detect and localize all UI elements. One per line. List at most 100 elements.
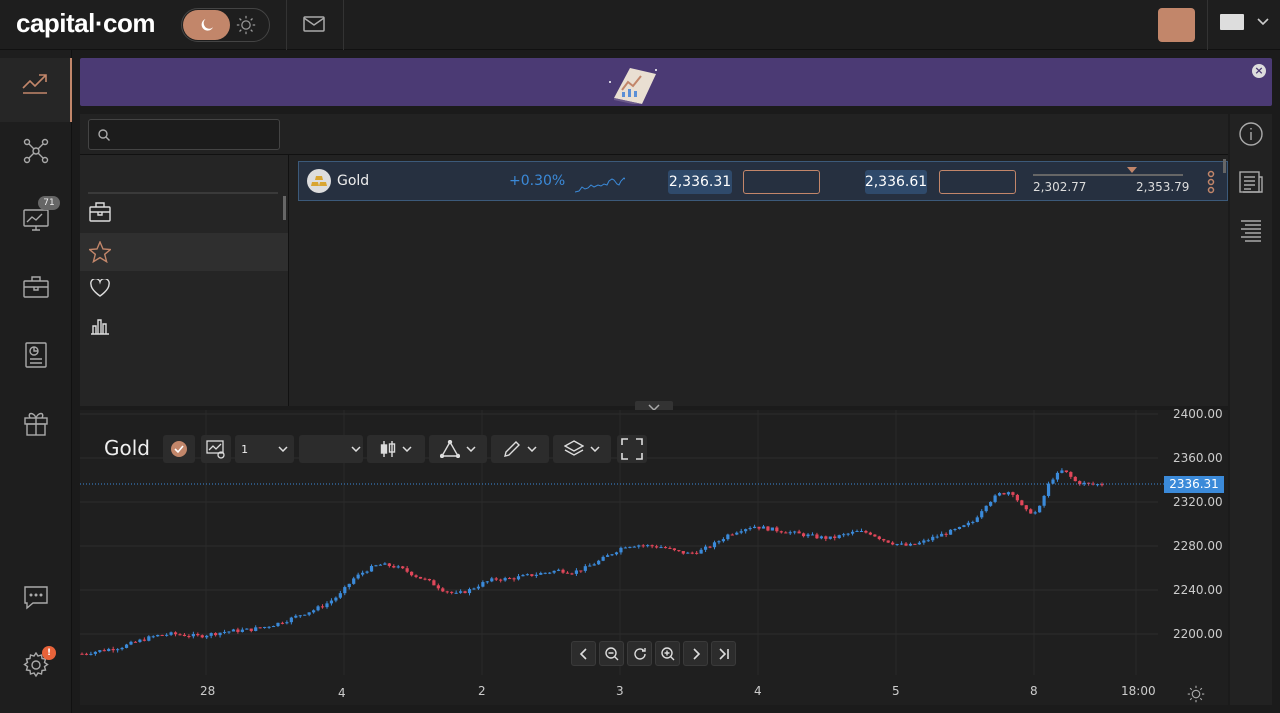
order-book-icon[interactable]: [1239, 218, 1263, 242]
nav-item-network[interactable]: ᅟᅟ: [0, 126, 72, 190]
candle-body: [369, 565, 374, 572]
candle-body: [779, 531, 783, 533]
nav-item-rewards[interactable]: ᅟᅟᅟ: [0, 398, 72, 462]
candle-body: [980, 511, 984, 518]
candle-body: [405, 568, 409, 572]
candle-body: [525, 574, 530, 576]
candle-body: [102, 650, 106, 652]
candle-body: [227, 631, 231, 633]
scroll-to-latest-icon[interactable]: [711, 641, 736, 666]
candle-body: [1029, 509, 1033, 514]
category-item[interactable]: ᅟᅟᅟᅟ: [90, 386, 123, 399]
candle-body: [494, 578, 498, 580]
y-axis-label: 2400.00: [1173, 407, 1223, 421]
candle-body: [993, 495, 997, 502]
sun-icon[interactable]: [236, 15, 256, 35]
timeframe-dropdown[interactable]: 1 ᅟᅟ: [235, 435, 294, 463]
candle-body: [1038, 505, 1042, 513]
candle-body: [254, 627, 258, 631]
column-header[interactable]: ᅟᅟ: [1158, 128, 1173, 139]
search-input[interactable]: ᅟᅟ: [88, 119, 280, 150]
candle-body: [913, 543, 917, 545]
candle-body: [485, 581, 489, 583]
candle-body: [182, 634, 187, 637]
candle-body: [592, 564, 596, 566]
edit-lists-link[interactable]: ᅟᅟ: [260, 167, 275, 178]
candle-body: [249, 628, 253, 631]
news-icon[interactable]: [1239, 170, 1263, 194]
chevron-right-icon[interactable]: [683, 641, 708, 666]
moon-icon[interactable]: [183, 10, 230, 40]
candle-body: [953, 528, 957, 530]
zoom-out-icon[interactable]: [599, 641, 624, 666]
zoom-in-icon[interactable]: [655, 641, 680, 666]
candle-body: [784, 532, 788, 534]
nav-item-settings[interactable]: ! ᅟᅟ: [0, 640, 72, 704]
range-marker: [1127, 167, 1137, 173]
candle-body: [236, 629, 240, 632]
mail-icon[interactable]: [303, 15, 325, 33]
nav-item-markets[interactable]: ᅟᅟ: [0, 58, 72, 122]
chart-type-dropdown[interactable]: [367, 435, 425, 463]
instrument-name: Gold: [337, 173, 370, 189]
y-axis-label: 2360.00: [1173, 451, 1223, 465]
candle-body: [810, 534, 815, 536]
column-header[interactable]: ᅟᅟ: [543, 128, 558, 139]
layers-dropdown[interactable]: [553, 435, 611, 463]
info-icon[interactable]: [1239, 122, 1263, 146]
chevron-left-icon[interactable]: [571, 641, 596, 666]
current-price-label: 2336.31: [1164, 476, 1224, 493]
promo-banner[interactable]: ᅟᅟᅟᅟ ᅟᅟᅟᅟᅟᅟᅟᅟᅟᅟᅟᅟᅟᅟᅟᅟᅟᅟᅟᅟ ×: [80, 58, 1272, 106]
close-icon[interactable]: ×: [1252, 64, 1266, 78]
list-item-portfolio[interactable]: ᅟᅟᅟᅟ: [80, 193, 288, 231]
column-header[interactable]: ᅟᅟ: [903, 128, 918, 139]
verified-toggle[interactable]: [163, 435, 195, 463]
capital-com-logo[interactable]: capital·com: [16, 8, 156, 39]
chart-settings-icon: [206, 439, 226, 459]
x-axis-label: 28: [200, 684, 216, 698]
candle-body: [289, 617, 293, 623]
nav-item-monitor[interactable]: 71 ᅟᅟᅟ: [0, 194, 72, 258]
candle-body: [833, 536, 837, 539]
candle-body: [418, 576, 423, 579]
scrollbar[interactable]: [1223, 159, 1226, 173]
candle-body: [1006, 492, 1011, 495]
column-header[interactable]: ᅟᅟ: [306, 128, 321, 139]
chart-theme-sun-icon[interactable]: [1187, 685, 1205, 703]
candle-body: [133, 641, 138, 643]
candle-body: [548, 572, 552, 574]
candle-body: [441, 588, 445, 592]
language-flag-icon[interactable]: ᅟᅟ: [1220, 14, 1244, 30]
chart-settings-button[interactable]: [201, 435, 231, 463]
more-options-icon[interactable]: [1207, 170, 1215, 194]
instrument-row-gold[interactable]: Gold +0.30% 2,336.31 ᅟᅟ 2,336.61 ᅟᅟ 2,30…: [298, 161, 1228, 201]
candle-body: [989, 501, 993, 506]
list-item-top-movers[interactable]: ᅟᅟᅟ: [80, 307, 288, 345]
candle-body: [739, 531, 743, 533]
nav-item-support[interactable]: ᅟᅟᅟᅟ: [0, 572, 72, 636]
nav-item-portfolio[interactable]: ᅟᅟᅟᅟ: [0, 262, 72, 326]
category-header: ᅟᅟ: [90, 364, 105, 373]
top-action-button[interactable]: ᅟᅟᅟ: [1158, 8, 1195, 42]
candle-body: [534, 574, 538, 576]
sell-button[interactable]: ᅟᅟ: [743, 170, 820, 194]
alert-badge: !: [42, 646, 56, 660]
candle-body: [129, 641, 133, 645]
nav-item-reports[interactable]: ᅟᅟ: [0, 330, 72, 394]
chevron-down-icon[interactable]: [1257, 18, 1269, 26]
column-header[interactable]: ᅟᅟ: [1020, 128, 1035, 139]
drawing-tools-dropdown[interactable]: [429, 435, 487, 463]
candle-body: [173, 632, 178, 635]
fullscreen-button[interactable]: [617, 435, 647, 463]
annotation-dropdown[interactable]: [491, 435, 549, 463]
theme-toggle[interactable]: [181, 8, 270, 42]
candle-body: [445, 591, 449, 593]
chart-panel[interactable]: Gold 1 ᅟᅟ ᅟᅟᅟᅟᅟᅟ 2400.00 2360.00 2320.00…: [80, 407, 1228, 705]
buy-button[interactable]: ᅟᅟ: [939, 170, 1016, 194]
candle-body: [819, 536, 823, 539]
list-item-popular[interactable]: ᅟᅟᅟᅟ: [80, 269, 288, 307]
column-header[interactable]: ᅟᅟ: [710, 128, 725, 139]
list-item-favourites[interactable]: ᅟᅟ: [80, 233, 288, 271]
reset-icon[interactable]: [627, 641, 652, 666]
indicator-dropdown[interactable]: ᅟᅟᅟᅟᅟᅟ: [299, 435, 363, 463]
